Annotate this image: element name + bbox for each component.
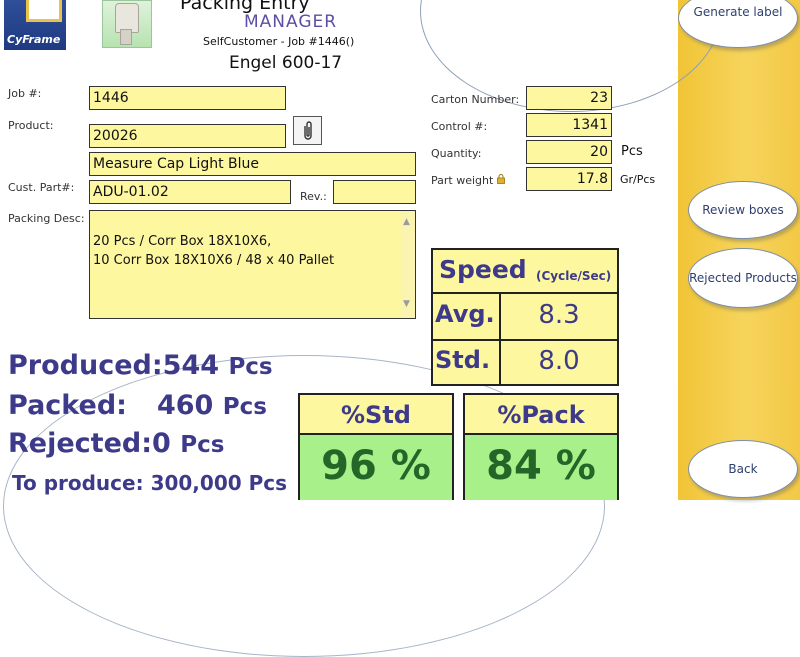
speed-std-value: 8.0 — [538, 346, 580, 376]
control-label: Control #: — [431, 120, 488, 133]
carton-field[interactable]: 23 — [526, 86, 612, 110]
cust-part-label: Cust. Part#: — [8, 181, 75, 194]
review-boxes-button[interactable]: Review boxes — [688, 181, 798, 239]
logo-window-graphic — [26, 0, 62, 22]
packed-unit: Pcs — [222, 394, 267, 420]
scroll-up-icon[interactable]: ▲ — [403, 213, 410, 232]
packing-desc-scrollbar[interactable]: ▲ ▼ — [401, 211, 415, 318]
packing-desc-text: 20 Pcs / Corr Box 18X10X6, 10 Corr Box 1… — [93, 234, 335, 268]
speed-title: Speed — [439, 255, 527, 284]
speed-column-divider — [499, 294, 501, 386]
job-field[interactable]: 1446 — [89, 86, 286, 110]
std-percent-value: 96 % — [300, 435, 452, 500]
produced-value: 544 — [162, 350, 220, 381]
packing-desc-field[interactable]: 20 Pcs / Corr Box 18X10X6, 10 Corr Box 1… — [89, 210, 416, 319]
packed-value: 460 — [156, 390, 214, 421]
packing-desc-label: Packing Desc: — [8, 212, 85, 225]
rejected-value: 0 — [152, 428, 171, 459]
speed-std-row: Std. 8.0 — [433, 340, 617, 385]
page-subtitle: MANAGER — [244, 12, 338, 32]
speed-table: Speed (Cycle/Sec) Avg. 8.3 Std. 8.0 — [431, 248, 619, 386]
product-label: Product: — [8, 119, 54, 132]
speed-std-label: Std. — [435, 346, 491, 374]
std-percent-label: %Std — [300, 395, 452, 435]
rejected-products-button[interactable]: Rejected Products — [688, 248, 798, 308]
part-weight-label-text: Part weight — [431, 174, 494, 187]
packed-stat: Packed: 460 Pcs — [8, 390, 267, 421]
speed-avg-row: Avg. 8.3 — [433, 294, 617, 339]
rejected-unit: Pcs — [180, 432, 225, 458]
pack-percent-value: 84 % — [465, 435, 617, 500]
job-name: Engel 600-17 — [229, 53, 343, 73]
customer-job-info: SelfCustomer - Job #1446() — [203, 35, 355, 48]
cyframe-logo: CyFrame — [4, 0, 66, 50]
cust-part-field[interactable]: ADU-01.02 — [89, 180, 291, 204]
speed-unit: (Cycle/Sec) — [536, 269, 612, 283]
rev-field[interactable] — [333, 180, 416, 204]
paperclip-icon — [303, 120, 312, 140]
product-description-field[interactable]: Measure Cap Light Blue — [89, 152, 416, 176]
photo-device-base — [120, 29, 132, 45]
attach-button[interactable] — [293, 116, 322, 145]
product-field[interactable]: 20026 — [89, 124, 286, 148]
speed-avg-value: 8.3 — [538, 300, 580, 330]
part-weight-unit: Gr/Pcs — [620, 173, 656, 186]
speed-avg-label: Avg. — [435, 300, 495, 328]
job-label: Job #: — [8, 87, 42, 100]
logo-text: CyFrame — [7, 33, 61, 46]
quantity-unit: Pcs — [621, 144, 643, 159]
part-weight-label: Part weight — [431, 174, 505, 187]
lock-icon — [496, 174, 505, 184]
rejected-stat: Rejected:0 Pcs — [8, 428, 224, 459]
control-field[interactable]: 1341 — [526, 113, 612, 137]
speed-header: Speed (Cycle/Sec) — [433, 250, 617, 294]
pack-percent-box: %Pack 84 % — [463, 393, 619, 500]
packed-label: Packed: — [8, 390, 127, 421]
std-percent-box: %Std 96 % — [298, 393, 454, 500]
produced-unit: Pcs — [228, 354, 273, 380]
produced-label: Produced: — [8, 350, 163, 381]
product-photo — [102, 0, 152, 48]
quantity-label: Quantity: — [431, 147, 482, 160]
rejected-label: Rejected: — [8, 428, 153, 459]
produced-stat: Produced:544 Pcs — [8, 350, 273, 381]
to-produce-stat: To produce: 300,000 Pcs — [12, 471, 287, 495]
back-button[interactable]: Back — [688, 440, 798, 498]
quantity-field[interactable]: 20 — [526, 140, 612, 164]
rev-label: Rev.: — [300, 190, 327, 203]
carton-label: Carton Number: — [431, 93, 520, 106]
to-produce-value: 300,000 Pcs — [150, 471, 288, 495]
pack-percent-label: %Pack — [465, 395, 617, 435]
scroll-down-icon[interactable]: ▼ — [403, 295, 410, 314]
to-produce-label: To produce: — [12, 471, 144, 495]
part-weight-field[interactable]: 17.8 — [526, 167, 612, 191]
